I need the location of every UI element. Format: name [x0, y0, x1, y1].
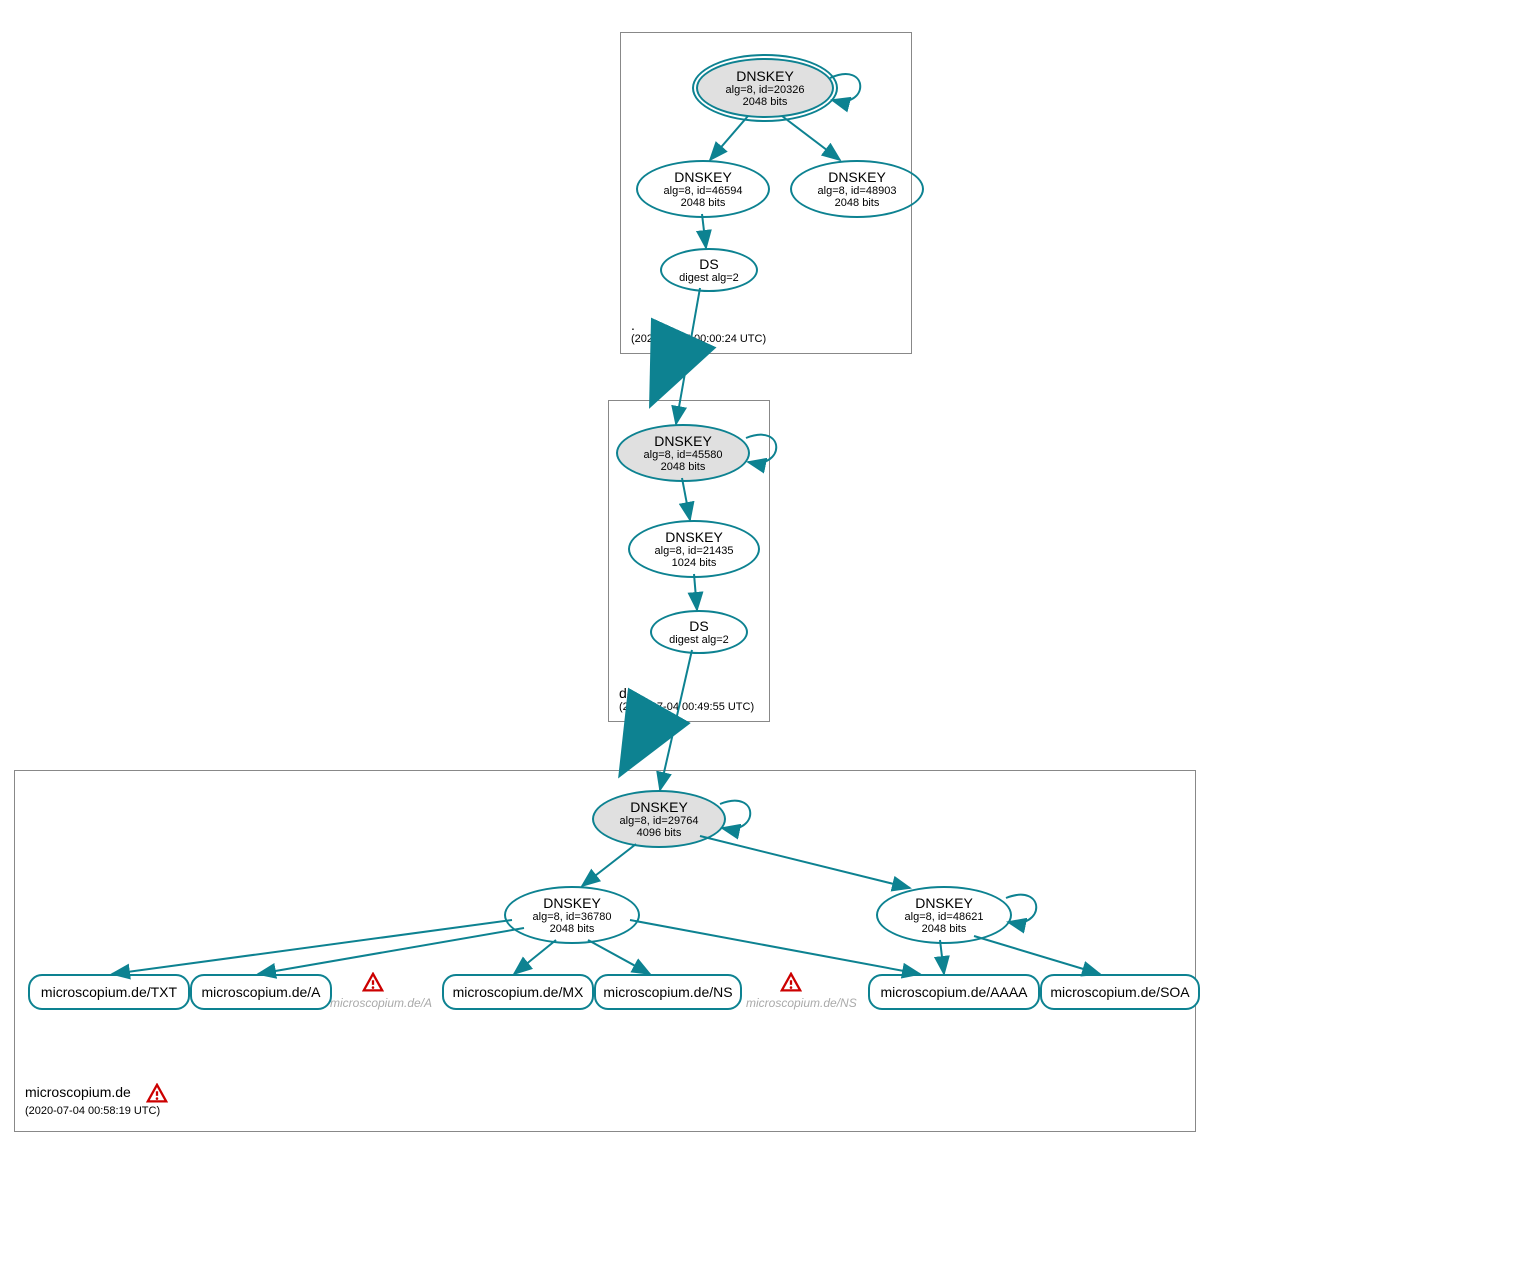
node-line2: alg=8, id=29764	[620, 815, 699, 827]
zone-domain-label: microscopium.de (2020-07-04 00:58:19 UTC…	[25, 1083, 168, 1117]
node-line2: alg=8, id=46594	[664, 185, 743, 197]
node-root-zsk2: DNSKEY alg=8, id=48903 2048 bits	[790, 160, 924, 218]
node-title: DS	[699, 256, 718, 272]
warning-icon	[146, 1083, 168, 1105]
zone-domain-ts: (2020-07-04 00:58:19 UTC)	[25, 1105, 168, 1117]
node-line3: 4096 bits	[637, 827, 682, 839]
zone-root-label: . (2020-07-04 00:00:24 UTC)	[631, 317, 766, 345]
zone-root-name: .	[631, 317, 766, 333]
rr-aaaa: microscopium.de/AAAA	[868, 974, 1040, 1010]
zone-root-ts: (2020-07-04 00:00:24 UTC)	[631, 333, 766, 345]
node-line3: 1024 bits	[672, 557, 717, 569]
node-line2: alg=8, id=21435	[655, 545, 734, 557]
node-line2: digest alg=2	[669, 634, 729, 646]
node-title: DNSKEY	[915, 895, 973, 911]
node-title: DS	[689, 618, 708, 634]
node-title: DNSKEY	[543, 895, 601, 911]
node-dom-ksk: DNSKEY alg=8, id=29764 4096 bits	[592, 790, 726, 848]
node-root-ds: DS digest alg=2	[660, 248, 758, 292]
rr-ns: microscopium.de/NS	[594, 974, 742, 1010]
node-line2: alg=8, id=45580	[644, 449, 723, 461]
rr-mx: microscopium.de/MX	[442, 974, 594, 1010]
node-dom-zsk2: DNSKEY alg=8, id=48621 2048 bits	[876, 886, 1012, 944]
node-line3: 2048 bits	[550, 923, 595, 935]
rr-soa: microscopium.de/SOA	[1040, 974, 1200, 1010]
node-title: DNSKEY	[674, 169, 732, 185]
node-line3: 2048 bits	[835, 197, 880, 209]
rr-txt: microscopium.de/TXT	[28, 974, 190, 1010]
node-root-ksk: DNSKEY alg=8, id=20326 2048 bits	[696, 58, 834, 118]
node-root-zsk1: DNSKEY alg=8, id=46594 2048 bits	[636, 160, 770, 218]
node-line2: alg=8, id=20326	[726, 84, 805, 96]
node-line3: 2048 bits	[661, 461, 706, 473]
node-title: DNSKEY	[665, 529, 723, 545]
zone-domain-name: microscopium.de	[25, 1084, 131, 1100]
node-line3: 2048 bits	[681, 197, 726, 209]
node-de-ksk: DNSKEY alg=8, id=45580 2048 bits	[616, 424, 750, 482]
node-title: DNSKEY	[630, 799, 688, 815]
faded-ns: microscopium.de/NS	[746, 996, 857, 1010]
node-line3: 2048 bits	[922, 923, 967, 935]
node-title: DNSKEY	[828, 169, 886, 185]
warning-icon	[780, 972, 802, 994]
node-de-ds: DS digest alg=2	[650, 610, 748, 654]
node-line3: 2048 bits	[743, 96, 788, 108]
node-title: DNSKEY	[736, 68, 794, 84]
zone-de-name: de	[619, 685, 754, 701]
node-title: DNSKEY	[654, 433, 712, 449]
node-line2: alg=8, id=48621	[905, 911, 984, 923]
node-line2: alg=8, id=36780	[533, 911, 612, 923]
zone-de-ts: (2020-07-04 00:49:55 UTC)	[619, 701, 754, 713]
node-dom-zsk1: DNSKEY alg=8, id=36780 2048 bits	[504, 886, 640, 944]
zone-de-label: de (2020-07-04 00:49:55 UTC)	[619, 685, 754, 713]
faded-a: microscopium.de/A	[330, 996, 432, 1010]
node-line2: digest alg=2	[679, 272, 739, 284]
node-de-zsk: DNSKEY alg=8, id=21435 1024 bits	[628, 520, 760, 578]
rr-a: microscopium.de/A	[190, 974, 332, 1010]
node-line2: alg=8, id=48903	[818, 185, 897, 197]
warning-icon	[362, 972, 384, 994]
